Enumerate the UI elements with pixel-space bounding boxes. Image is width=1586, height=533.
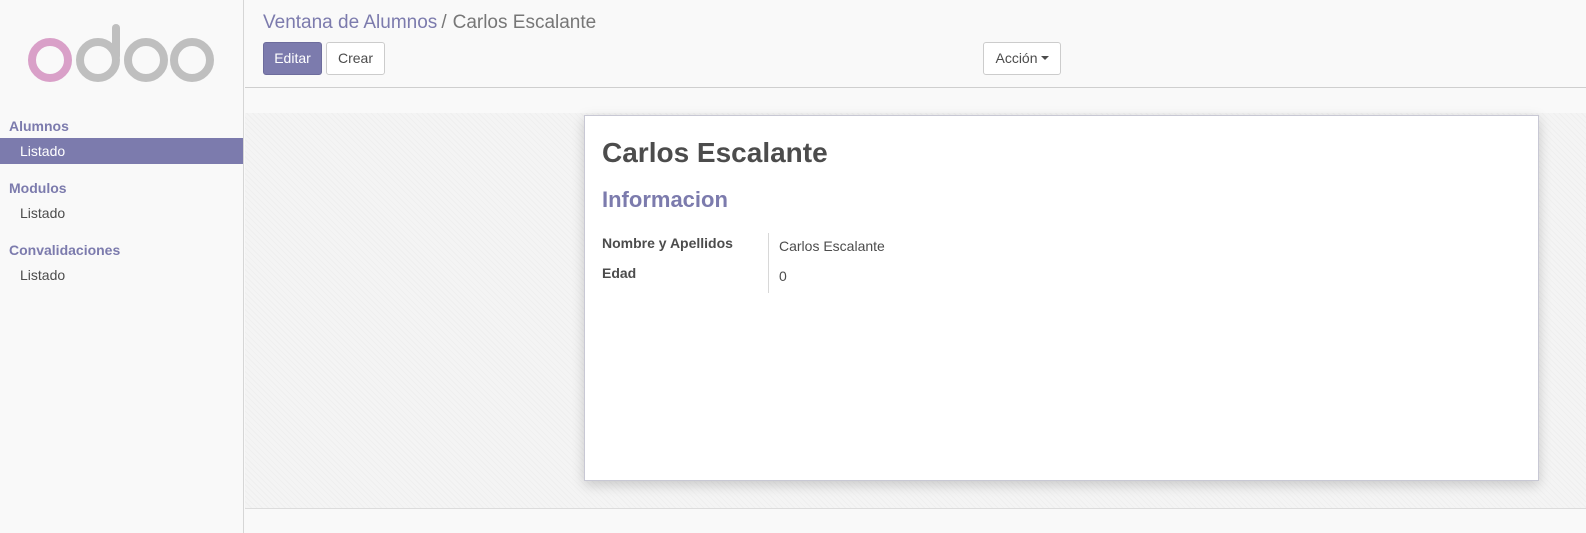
field-group: Nombre y Apellidos Carlos Escalante Edad… (602, 233, 1202, 293)
field-row-edad: Edad 0 (602, 263, 1202, 293)
form-view: Carlos Escalante Informacion Nombre y Ap… (245, 113, 1586, 509)
field-value-nombre: Carlos Escalante (779, 238, 885, 254)
app-menu: Alumnos Listado Modulos Listado Convalid… (0, 114, 243, 288)
breadcrumb-separator: / (441, 12, 447, 33)
breadcrumb: Ventana de Alumnos / Carlos Escalante (263, 11, 596, 35)
odoo-logo-graphic (28, 24, 214, 82)
caret-down-icon (1040, 56, 1049, 61)
field-label-nombre: Nombre y Apellidos (602, 233, 769, 263)
menu-section-modulos: Modulos (9, 180, 67, 196)
menu-item-alumnos-listado[interactable]: Listado (0, 138, 243, 164)
odoo-logo[interactable] (28, 22, 218, 88)
menu-section-convalidaciones: Convalidaciones (9, 242, 121, 258)
menu-item-modulos-listado[interactable]: Listado (0, 200, 243, 226)
field-value-edad: 0 (779, 268, 787, 284)
record-title: Carlos Escalante (602, 137, 828, 168)
breadcrumb-current: Carlos Escalante (452, 12, 597, 33)
field-row-nombre: Nombre y Apellidos Carlos Escalante (602, 233, 1202, 263)
menu-item-convalidaciones-listado[interactable]: Listado (0, 262, 243, 288)
group-title-informacion: Informacion (602, 187, 728, 212)
field-label-edad: Edad (602, 263, 769, 293)
control-panel: Ventana de Alumnos / Carlos Escalante Edit… (245, 0, 1586, 88)
action-label: Acción (995, 50, 1038, 66)
create-button[interactable]: Crear (326, 42, 385, 75)
edit-button[interactable]: Editar (263, 42, 322, 75)
menu-section-alumnos: Alumnos (9, 118, 69, 134)
form-sheet: Carlos Escalante Informacion Nombre y Ap… (584, 115, 1539, 481)
action-dropdown-button[interactable]: Acción (983, 42, 1061, 75)
breadcrumb-parent-link[interactable]: Ventana de Alumnos (263, 12, 437, 33)
sidebar: Alumnos Listado Modulos Listado Convalid… (0, 0, 244, 533)
